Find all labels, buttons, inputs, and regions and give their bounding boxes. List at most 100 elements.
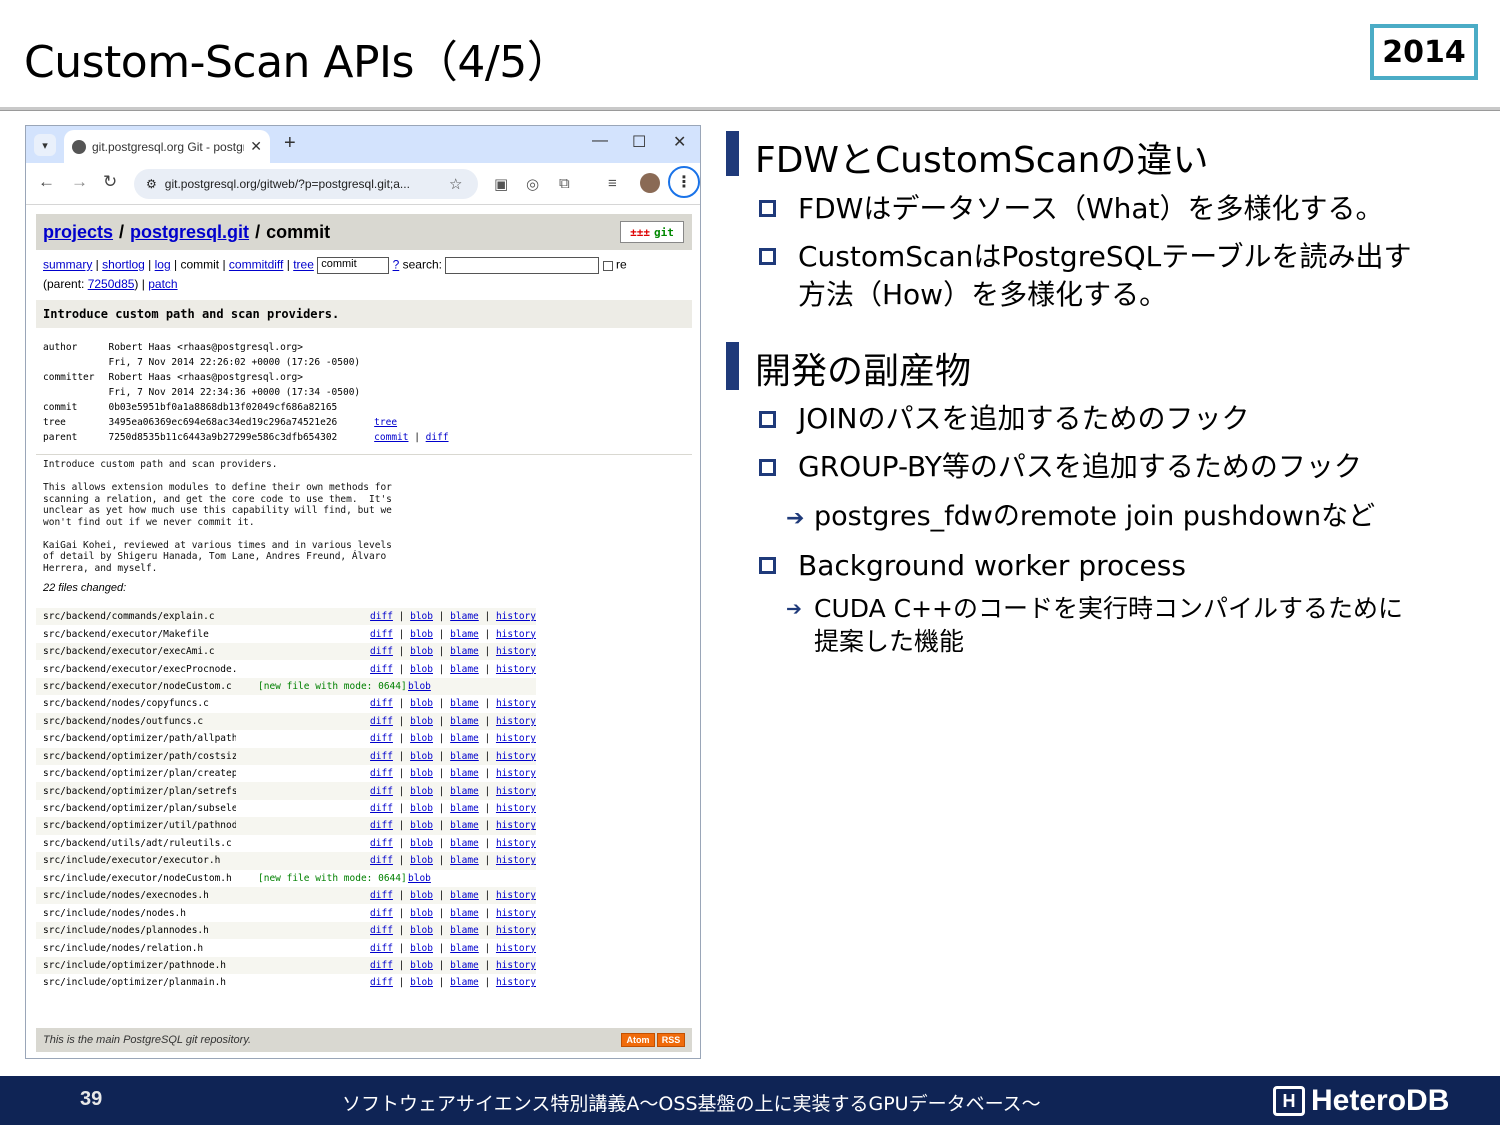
browser-tab[interactable]: git.postgresql.org Git - postgresql ✕	[64, 130, 270, 163]
file-path-link[interactable]: src/include/nodes/execnodes.h	[36, 890, 236, 901]
blob-link[interactable]: blob	[410, 820, 433, 831]
tab-search-chevron-icon[interactable]: ▾	[34, 134, 56, 156]
parent-commit-link[interactable]: commit	[374, 432, 408, 443]
diff-link[interactable]: diff	[370, 820, 393, 831]
history-link[interactable]: history	[496, 698, 536, 709]
blame-link[interactable]: blame	[450, 838, 479, 849]
blame-link[interactable]: blame	[450, 820, 479, 831]
repo-link[interactable]: postgresql.git	[130, 222, 249, 243]
bookmark-star-icon[interactable]: ☆	[449, 175, 462, 193]
blame-link[interactable]: blame	[450, 751, 479, 762]
reload-icon[interactable]: ↻	[103, 172, 117, 192]
diff-link[interactable]: diff	[370, 611, 393, 622]
regex-checkbox[interactable]	[602, 260, 613, 271]
parent-diff-link[interactable]: diff	[426, 432, 449, 443]
file-path-link[interactable]: src/include/nodes/plannodes.h	[36, 925, 236, 936]
extensions-puzzle-icon[interactable]: ⧉	[559, 175, 570, 192]
file-path-link[interactable]: src/include/optimizer/planmain.h	[36, 977, 236, 988]
blame-link[interactable]: blame	[450, 786, 479, 797]
maximize-icon[interactable]: ☐	[632, 132, 646, 152]
diff-link[interactable]: diff	[370, 943, 393, 954]
history-link[interactable]: history	[496, 890, 536, 901]
diff-link[interactable]: diff	[370, 698, 393, 709]
file-path-link[interactable]: src/backend/optimizer/path/allpaths.c	[36, 733, 236, 744]
blob-link[interactable]: blob	[410, 838, 433, 849]
history-link[interactable]: history	[496, 768, 536, 779]
file-path-link[interactable]: src/backend/nodes/outfuncs.c	[36, 716, 236, 727]
search-type-select[interactable]: commit	[317, 257, 390, 274]
blob-link[interactable]: blob	[410, 855, 433, 866]
file-path-link[interactable]: src/include/nodes/nodes.h	[36, 908, 236, 919]
blame-link[interactable]: blame	[450, 960, 479, 971]
nav-log[interactable]: log	[155, 258, 171, 272]
blob-link[interactable]: blob	[410, 733, 433, 744]
browser-menu-icon[interactable]: ⋮	[668, 166, 700, 198]
blob-link[interactable]: blob	[410, 890, 433, 901]
parent-hash-link[interactable]: 7250d85	[88, 277, 135, 291]
blame-link[interactable]: blame	[450, 629, 479, 640]
file-path-link[interactable]: src/backend/optimizer/plan/subselect.c	[36, 803, 236, 814]
diff-link[interactable]: diff	[370, 890, 393, 901]
diff-link[interactable]: diff	[370, 664, 393, 675]
file-path-link[interactable]: src/backend/optimizer/plan/setrefs.c	[36, 786, 236, 797]
diff-link[interactable]: diff	[370, 803, 393, 814]
diff-link[interactable]: diff	[370, 786, 393, 797]
diff-link[interactable]: diff	[370, 733, 393, 744]
blame-link[interactable]: blame	[450, 664, 479, 675]
git-logo[interactable]: ±±± git	[620, 221, 684, 243]
blame-link[interactable]: blame	[450, 611, 479, 622]
blob-link[interactable]: blob	[408, 681, 431, 692]
diff-link[interactable]: diff	[370, 646, 393, 657]
blame-link[interactable]: blame	[450, 698, 479, 709]
file-path-link[interactable]: src/backend/executor/execAmi.c	[36, 646, 236, 657]
blob-link[interactable]: blob	[410, 803, 433, 814]
blob-link[interactable]: blob	[410, 786, 433, 797]
diff-link[interactable]: diff	[370, 908, 393, 919]
diff-link[interactable]: diff	[370, 960, 393, 971]
blame-link[interactable]: blame	[450, 733, 479, 744]
file-path-link[interactable]: src/backend/commands/explain.c	[36, 611, 236, 622]
history-link[interactable]: history	[496, 803, 536, 814]
blob-link[interactable]: blob	[410, 768, 433, 779]
blame-link[interactable]: blame	[450, 855, 479, 866]
back-arrow-icon[interactable]: ←	[38, 172, 55, 192]
blame-link[interactable]: blame	[450, 716, 479, 727]
nav-tree[interactable]: tree	[293, 258, 314, 272]
diff-link[interactable]: diff	[370, 629, 393, 640]
blob-link[interactable]: blob	[410, 977, 433, 988]
blame-link[interactable]: blame	[450, 908, 479, 919]
diff-link[interactable]: diff	[370, 925, 393, 936]
window-close-icon[interactable]: ✕	[673, 132, 686, 152]
tree-link[interactable]: tree	[374, 417, 397, 428]
file-path-link[interactable]: src/backend/optimizer/util/pathnode.c	[36, 820, 236, 831]
blame-link[interactable]: blame	[450, 646, 479, 657]
history-link[interactable]: history	[496, 925, 536, 936]
diff-link[interactable]: diff	[370, 838, 393, 849]
history-link[interactable]: history	[496, 960, 536, 971]
history-link[interactable]: history	[496, 977, 536, 988]
tab-close-icon[interactable]: ✕	[250, 138, 262, 155]
file-path-link[interactable]: src/backend/optimizer/path/costsize.c	[36, 751, 236, 762]
blob-link[interactable]: blob	[410, 960, 433, 971]
search-help-link[interactable]: ?	[393, 258, 400, 272]
file-path-link[interactable]: src/backend/optimizer/plan/createplan.c	[36, 768, 236, 779]
blame-link[interactable]: blame	[450, 803, 479, 814]
blame-link[interactable]: blame	[450, 943, 479, 954]
blame-link[interactable]: blame	[450, 768, 479, 779]
commit-subject[interactable]: Introduce custom path and scan providers…	[36, 300, 692, 328]
blob-link[interactable]: blob	[410, 751, 433, 762]
profile-avatar[interactable]	[640, 173, 660, 193]
blob-link[interactable]: blob	[410, 611, 433, 622]
history-link[interactable]: history	[496, 838, 536, 849]
history-link[interactable]: history	[496, 629, 536, 640]
blame-link[interactable]: blame	[450, 890, 479, 901]
search-input[interactable]	[445, 257, 600, 274]
blob-link[interactable]: blob	[410, 664, 433, 675]
file-path-link[interactable]: src/include/executor/nodeCustom.h	[36, 873, 258, 884]
file-path-link[interactable]: src/backend/executor/execProcnode.c	[36, 664, 236, 675]
extension-icon[interactable]: ◎	[526, 175, 539, 193]
url-input[interactable]: ⚙ git.postgresql.org/gitweb/?p=postgresq…	[134, 169, 478, 199]
diff-link[interactable]: diff	[370, 977, 393, 988]
blob-link[interactable]: blob	[410, 646, 433, 657]
history-link[interactable]: history	[496, 820, 536, 831]
